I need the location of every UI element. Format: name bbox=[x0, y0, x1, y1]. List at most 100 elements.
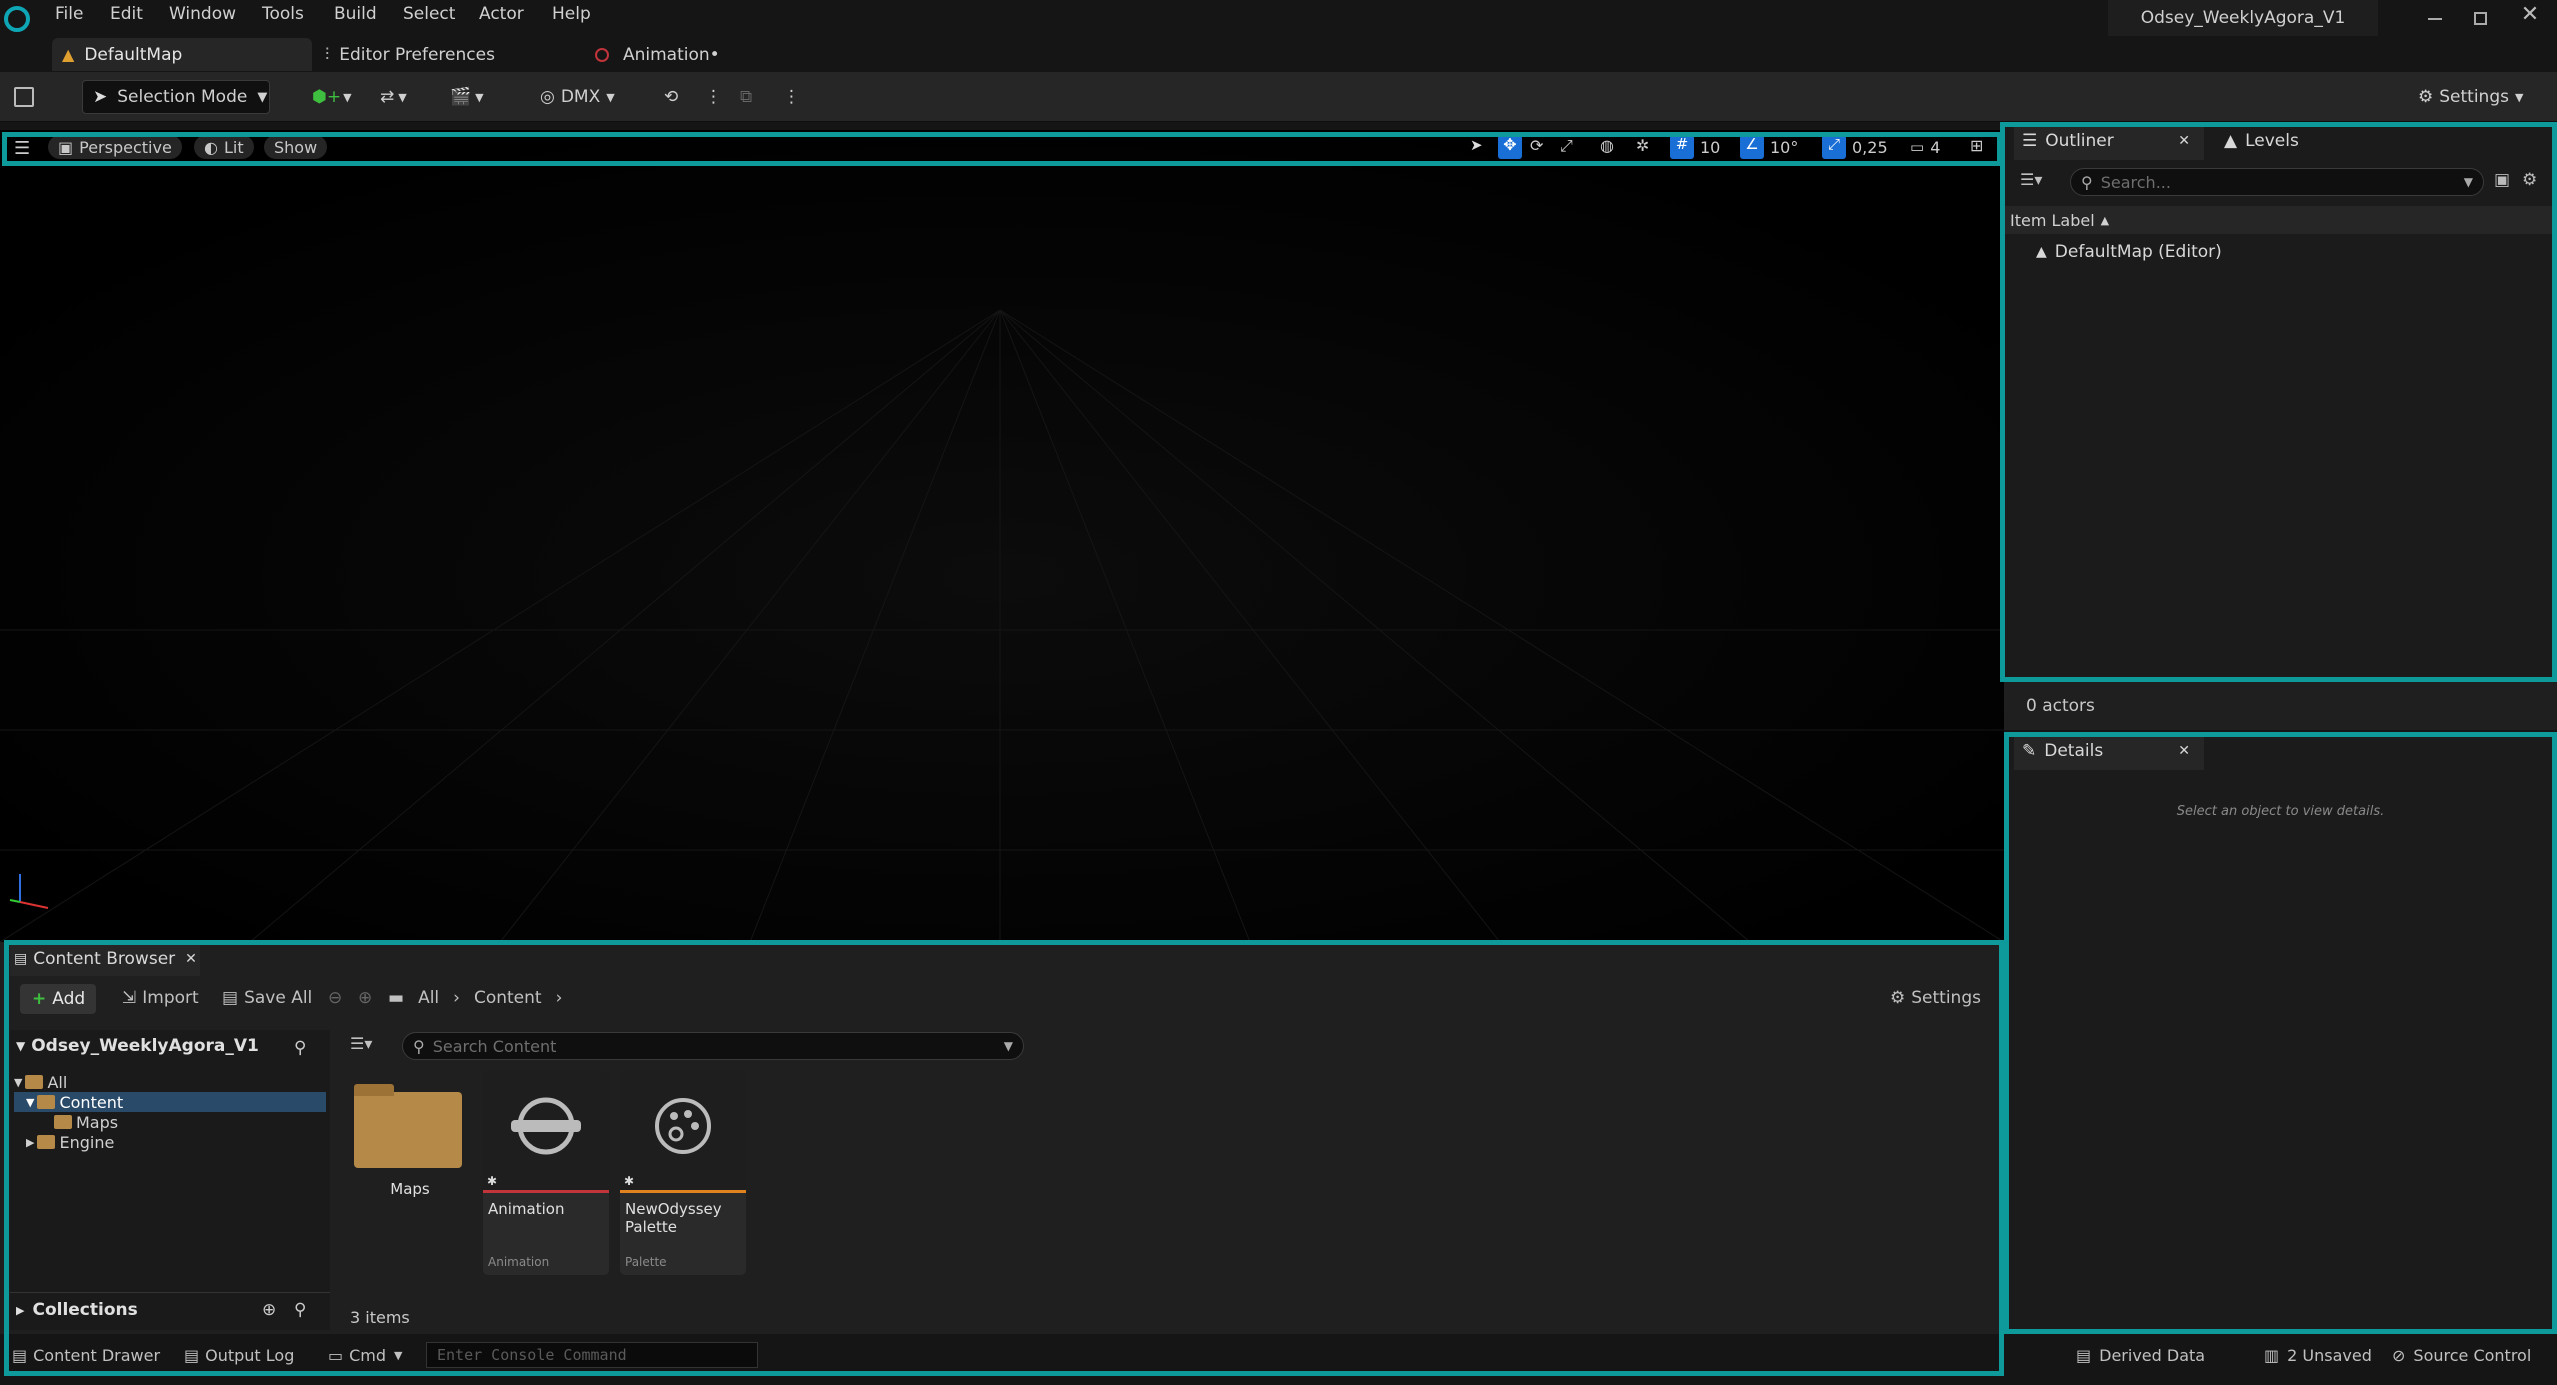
cmd-label: Cmd bbox=[349, 1346, 387, 1365]
outliner-column-header[interactable]: Item Label ▲ bbox=[2004, 206, 2557, 234]
asset-tile-palette[interactable]: ✱ NewOdyssey Palette Palette bbox=[620, 1070, 746, 1275]
save-icon[interactable] bbox=[14, 80, 44, 114]
surface-snap-icon[interactable]: ✲ bbox=[1636, 136, 1649, 155]
content-drawer-button[interactable]: ▤ Content Drawer bbox=[12, 1346, 160, 1365]
dmx-dropdown[interactable]: ◎ DMX ▼ bbox=[540, 80, 630, 114]
minimize-icon[interactable] bbox=[2415, 8, 2455, 30]
outliner-row[interactable]: ▲ DefaultMap (Editor) bbox=[2036, 240, 2222, 264]
breadcrumb-all[interactable]: All bbox=[418, 988, 439, 1008]
unsaved-button[interactable]: ▥ 2 Unsaved bbox=[2264, 1346, 2372, 1365]
cb-settings-button[interactable]: ⚙ Settings bbox=[1890, 988, 1981, 1008]
grid-snap-toggle[interactable]: # 10 bbox=[1670, 135, 1720, 159]
source-control-button[interactable]: ⊘ Source Control bbox=[2392, 1346, 2531, 1365]
more-options-icon-2[interactable]: ⋮ bbox=[783, 80, 800, 114]
camera-speed-value: 4 bbox=[1930, 137, 1941, 157]
tab-editor-preferences[interactable]: ⫶ Editor Preferences bbox=[325, 38, 495, 71]
world-space-icon[interactable]: ◍ bbox=[1600, 136, 1614, 155]
log-icon: ▤ bbox=[184, 1346, 200, 1365]
cmd-dropdown[interactable]: ▭ Cmd ▼ bbox=[328, 1346, 403, 1365]
selection-mode-label: Selection Mode bbox=[117, 87, 248, 107]
tree-item-content[interactable]: ▼ Content bbox=[26, 1092, 123, 1112]
tab-defaultmap[interactable]: ▲ DefaultMap bbox=[52, 38, 312, 71]
save-all-button[interactable]: ▤ Save All bbox=[222, 988, 312, 1008]
tab-outliner[interactable]: ☰ Outliner ✕ bbox=[2014, 122, 2204, 160]
menu-edit[interactable]: Edit bbox=[110, 4, 143, 24]
view-mode-button[interactable]: ◐ Lit bbox=[194, 135, 254, 159]
scale-snap-toggle[interactable]: ⤢ 0,25 bbox=[1822, 135, 1888, 159]
tab-animation[interactable]: Animation• bbox=[595, 38, 720, 71]
menu-window[interactable]: Window bbox=[169, 4, 236, 24]
tree-item-all[interactable]: ▼ All bbox=[14, 1072, 67, 1092]
scale-tool-icon[interactable]: ⤢ bbox=[1560, 136, 1573, 156]
filter-icon[interactable]: ☰▾ bbox=[350, 1034, 372, 1053]
content-search-input[interactable]: ⚲ Search Content ▼ bbox=[402, 1032, 1024, 1060]
collections-header[interactable]: ▶ Collections bbox=[16, 1300, 138, 1320]
outliner-settings-icon[interactable]: ⚙ bbox=[2522, 170, 2537, 190]
add-button[interactable]: + Add bbox=[20, 984, 96, 1014]
close-icon[interactable]: ✕ bbox=[185, 951, 197, 967]
database-icon: ▤ bbox=[2076, 1346, 2092, 1365]
status-bar: ▤ Content Drawer ▤ Output Log ▭ Cmd ▼ En… bbox=[0, 1334, 2557, 1385]
more-options-icon[interactable]: ⋮ bbox=[705, 80, 722, 114]
blueprint-button[interactable]: ⇄ ▼ bbox=[380, 80, 424, 114]
breadcrumb: ▬ All › Content › bbox=[388, 988, 562, 1008]
launch-icon[interactable]: ⧉ bbox=[740, 80, 774, 114]
asset-tile-animation[interactable]: ✱ Animation Animation bbox=[483, 1070, 609, 1275]
menu-help[interactable]: Help bbox=[552, 4, 591, 24]
viewport-layout-icon[interactable]: ⊞ bbox=[1970, 136, 1983, 155]
camera-speed-button[interactable]: ▭ 4 bbox=[1910, 135, 1940, 159]
tab-levels[interactable]: ▲ Levels bbox=[2218, 122, 2299, 160]
select-tool-icon[interactable]: ➤ bbox=[1470, 136, 1492, 158]
chevron-down-icon: ▼ bbox=[2514, 90, 2524, 104]
cinematics-button[interactable]: 🎬 ▼ bbox=[450, 80, 494, 114]
asset-tile-maps[interactable]: Maps bbox=[350, 1070, 480, 1210]
forward-arrow-icon[interactable]: ⊕ bbox=[358, 988, 372, 1008]
search-icon[interactable]: ⚲ bbox=[294, 1300, 306, 1320]
viewport-menu-icon[interactable]: ☰ bbox=[14, 138, 30, 159]
project-root[interactable]: ▼ Odsey_WeeklyAgora_V1 bbox=[16, 1036, 259, 1056]
derived-data-button[interactable]: ▤ Derived Data bbox=[2076, 1346, 2205, 1365]
tree-item-engine[interactable]: ▶ Engine bbox=[26, 1132, 114, 1152]
selection-mode-dropdown[interactable]: ➤ Selection Mode ▼ bbox=[82, 80, 270, 114]
back-arrow-icon[interactable]: ⊖ bbox=[328, 988, 342, 1008]
search-icon[interactable]: ⚲ bbox=[294, 1038, 306, 1058]
add-actor-button[interactable]: ⬢+ ▼ bbox=[312, 80, 356, 114]
level-viewport[interactable]: ☰ ▣ Perspective ◐ Lit Show ➤ ✥ ⟳ ⤢ ◍ ✲ #… bbox=[0, 130, 2004, 942]
close-window-icon[interactable]: ✕ bbox=[2510, 2, 2550, 32]
output-log-button[interactable]: ▤ Output Log bbox=[184, 1346, 294, 1365]
show-button[interactable]: Show bbox=[264, 135, 328, 159]
tab-details[interactable]: ✎ Details ✕ bbox=[2014, 732, 2204, 770]
list-icon: ☰ bbox=[2022, 131, 2038, 151]
unreal-logo-icon[interactable] bbox=[4, 6, 30, 32]
rotate-tool-icon[interactable]: ⟳ bbox=[1530, 136, 1543, 155]
menu-tools[interactable]: Tools bbox=[262, 4, 304, 24]
perspective-button[interactable]: ▣ Perspective bbox=[48, 135, 182, 159]
menu-select[interactable]: Select bbox=[403, 4, 455, 24]
add-collection-icon[interactable]: ⊕ bbox=[262, 1300, 276, 1320]
palette-asset-icon bbox=[655, 1098, 711, 1154]
breadcrumb-content[interactable]: Content bbox=[474, 988, 542, 1008]
add-folder-icon[interactable]: ▣ bbox=[2494, 170, 2510, 190]
translate-tool-icon[interactable]: ✥ bbox=[1498, 135, 1522, 159]
filter-icon[interactable]: ☰▾ bbox=[2020, 170, 2042, 189]
outliner-search-input[interactable]: ⚲ Search... ▼ bbox=[2070, 168, 2484, 196]
asset-type: Animation bbox=[488, 1255, 550, 1269]
tab-content-browser[interactable]: ▤ Content Browser ✕ bbox=[10, 942, 200, 976]
close-icon[interactable]: ✕ bbox=[2178, 133, 2190, 149]
restore-icon[interactable] bbox=[2460, 8, 2500, 30]
rotation-snap-toggle[interactable]: ∠ 10° bbox=[1740, 135, 1798, 159]
menu-file[interactable]: File bbox=[55, 4, 83, 24]
asset-type-bar bbox=[620, 1190, 746, 1193]
lit-label: Lit bbox=[223, 137, 244, 157]
menu-build[interactable]: Build bbox=[334, 4, 377, 24]
add-actor-icon: ⬢+ bbox=[312, 87, 342, 107]
folder-icon bbox=[54, 1115, 72, 1129]
import-button[interactable]: ⇲ Import bbox=[122, 988, 199, 1008]
play-mode-icon[interactable]: ⟲ bbox=[664, 80, 694, 114]
toolbar-settings-button[interactable]: ⚙ Settings ▼ bbox=[2418, 80, 2538, 114]
console-command-input[interactable]: Enter Console Command bbox=[426, 1342, 758, 1368]
menu-actor[interactable]: Actor bbox=[479, 4, 524, 24]
tree-item-maps[interactable]: Maps bbox=[54, 1112, 118, 1132]
close-icon[interactable]: ✕ bbox=[2178, 743, 2190, 759]
scale-snap-value: 0,25 bbox=[1852, 137, 1888, 157]
